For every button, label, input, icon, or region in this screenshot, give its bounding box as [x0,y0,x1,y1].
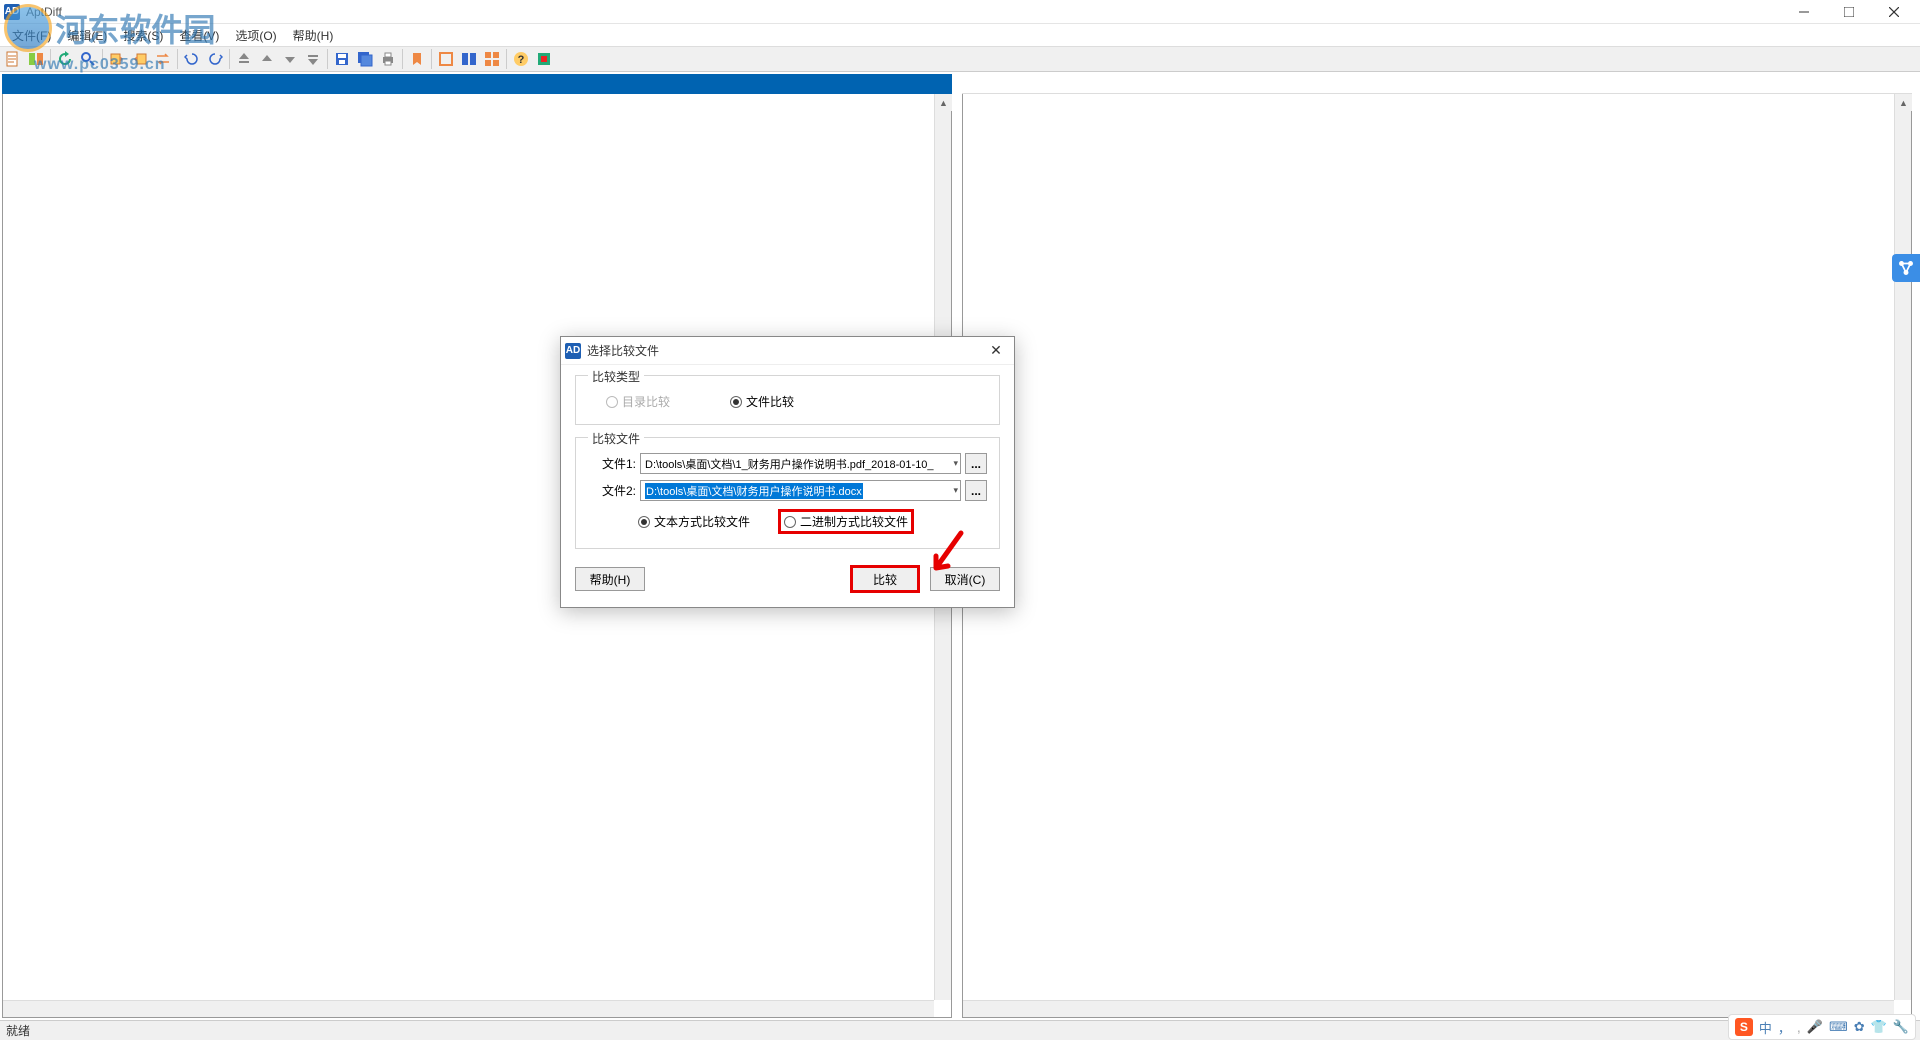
compare-type-fieldset: 比较类型 目录比较 文件比较 [575,375,1000,425]
file2-browse-button[interactable]: ... [965,480,987,501]
dialog-close-button[interactable]: ✕ [982,340,1010,362]
radio-binary-mode[interactable]: 二进制方式比较文件 [784,513,908,530]
chevron-down-icon[interactable]: ▾ [953,485,958,496]
file2-label: 文件2: [588,482,636,499]
file1-input[interactable]: D:\tools\桌面\文档\1_财务用户操作说明书.pdf_2018-01-1… [640,453,961,474]
radio-file-compare[interactable]: 文件比较 [730,393,794,410]
chevron-down-icon[interactable]: ▾ [953,458,958,469]
compare-file-legend: 比较文件 [588,430,644,447]
highlight-binary-mode: 二进制方式比较文件 [778,509,914,534]
file1-label: 文件1: [588,455,636,472]
radio-dir-compare: 目录比较 [606,393,670,410]
dialog-compare-button[interactable]: 比较 [850,565,920,593]
select-compare-dialog: AD 选择比较文件 ✕ 比较类型 目录比较 文件比较 比较文件 [560,336,1015,608]
radio-text-mode[interactable]: 文本方式比较文件 [638,513,750,530]
dialog-title-text: 选择比较文件 [587,342,659,359]
dialog-help-button[interactable]: 帮助(H) [575,567,645,591]
dialog-cancel-button[interactable]: 取消(C) [930,567,1000,591]
file2-input[interactable]: D:\tools\桌面\文档\财务用户操作说明书.docx ▾ [640,480,961,501]
file1-browse-button[interactable]: ... [965,453,987,474]
dialog-titlebar: AD 选择比较文件 ✕ [561,337,1014,365]
compare-file-fieldset: 比较文件 文件1: D:\tools\桌面\文档\1_财务用户操作说明书.pdf… [575,437,1000,549]
dialog-icon: AD [565,343,581,359]
compare-type-legend: 比较类型 [588,368,644,385]
